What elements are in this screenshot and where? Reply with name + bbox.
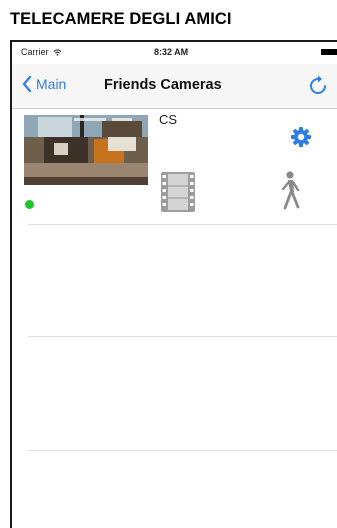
chevron-left-icon [22,76,32,92]
online-status-dot [25,200,34,209]
row-separator [28,450,337,451]
page-heading: TELECAMERE DEGLI AMICI [10,10,232,28]
battery-icon [321,49,337,55]
row-separator [28,224,337,225]
wifi-icon [53,49,62,56]
back-button[interactable]: Main [22,76,66,92]
camera-row[interactable]: CS [12,112,337,222]
gear-icon [291,127,311,147]
camera-settings-button[interactable] [290,126,312,153]
phone-screen: Carrier 8:32 AM Main Friends Cameras CS [10,40,337,528]
carrier-label: Carrier [21,47,62,57]
walking-person-icon [281,171,300,210]
film-icon [161,172,195,212]
nav-title: Friends Cameras [104,77,222,93]
camera-thumbnail[interactable] [24,115,148,185]
camera-name: CS [159,112,178,127]
carrier-text: Carrier [21,47,49,57]
status-bar: Carrier 8:32 AM [12,42,337,64]
camera-snapshot-image [24,115,148,185]
navigation-bar: Main Friends Cameras [12,64,337,109]
back-button-label: Main [36,76,67,92]
motion-detection-button[interactable] [276,170,304,215]
refresh-button[interactable] [308,75,328,102]
refresh-icon [310,75,326,94]
recordings-button[interactable] [161,172,195,217]
status-time: 8:32 AM [154,47,189,57]
row-separator [28,336,337,337]
